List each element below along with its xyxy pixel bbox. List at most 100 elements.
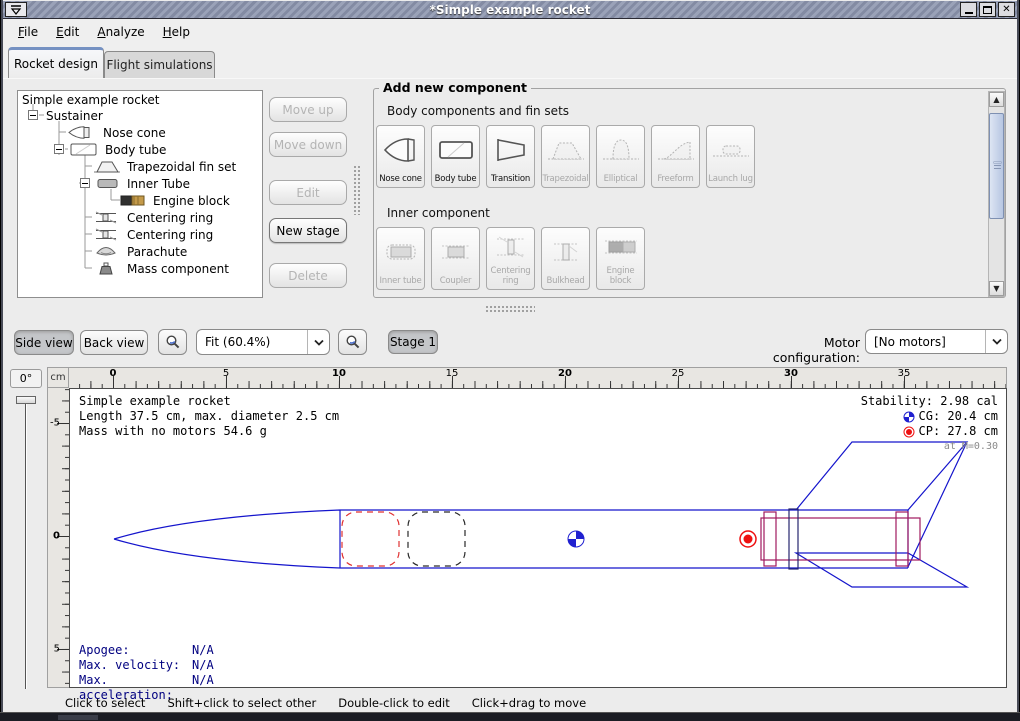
- add-launch-lug-button[interactable]: Launch lug: [706, 125, 755, 188]
- collapse-expander-icon[interactable]: [80, 178, 90, 188]
- rotation-slider-track[interactable]: [25, 397, 27, 689]
- body-tube-icon: [70, 143, 98, 156]
- tree-item-engine-block[interactable]: Engine block: [120, 192, 230, 209]
- resize-notch: [58, 715, 98, 720]
- collapse-expander-icon[interactable]: [28, 110, 38, 120]
- body-component-buttons: Nose cone Body tube Transition Trapezoid…: [376, 125, 755, 188]
- add-elliptical-fin-button[interactable]: Elliptical: [596, 125, 645, 188]
- menu-analyze[interactable]: Analyze: [90, 22, 151, 42]
- engine-block-icon: [597, 228, 644, 266]
- apogee-value: N/A: [192, 643, 214, 658]
- motor-configuration-select[interactable]: [No motors]: [865, 329, 1008, 354]
- tree-item-trapezoidal-fin-set[interactable]: Trapezoidal fin set: [94, 158, 236, 175]
- menu-edit[interactable]: Edit: [49, 22, 86, 42]
- add-inner-tube-button[interactable]: Inner tube: [376, 227, 425, 290]
- zoom-level-select[interactable]: Fit (60.4%): [196, 329, 330, 355]
- cg-value: CG: 20.4 cm: [919, 409, 998, 424]
- max-velocity-value: N/A: [192, 658, 214, 673]
- add-nose-cone-button[interactable]: Nose cone: [376, 125, 425, 188]
- horizontal-splitter[interactable]: [485, 305, 535, 314]
- add-bulkhead-button[interactable]: Bulkhead: [541, 227, 590, 290]
- minimize-icon: [965, 12, 973, 14]
- motor-configuration-label: Motor configuration:: [743, 335, 860, 365]
- cg-icon: [903, 411, 915, 423]
- tree-item-parachute[interactable]: Parachute: [94, 243, 187, 260]
- cp-icon: [903, 426, 915, 438]
- tree-item-centering-ring[interactable]: Centering ring: [94, 226, 213, 243]
- title-bar[interactable]: *Simple example rocket ✕: [3, 1, 1017, 19]
- collapse-expander-icon[interactable]: [54, 144, 64, 154]
- move-up-button[interactable]: Move up: [269, 97, 347, 122]
- add-component-title: Add new component: [379, 80, 531, 95]
- motor-mount-outline: [761, 512, 920, 566]
- tree-item-sustainer[interactable]: Sustainer: [46, 107, 103, 124]
- chevron-down-icon: [307, 330, 329, 354]
- tree-item-inner-tube[interactable]: Inner Tube: [96, 175, 190, 192]
- minimize-button[interactable]: [960, 2, 977, 17]
- menu-help[interactable]: Help: [156, 22, 197, 42]
- cp-marker: [740, 531, 756, 547]
- component-panel-scrollbar[interactable]: ▲ ▼: [988, 91, 1005, 297]
- tree-item-centering-ring[interactable]: Centering ring: [94, 209, 213, 226]
- zoom-in-button[interactable]: [338, 329, 367, 355]
- window-title: *Simple example rocket: [3, 3, 1017, 17]
- bulkhead-icon: [542, 228, 589, 276]
- menu-file[interactable]: File: [11, 22, 45, 42]
- fin-outline: [796, 442, 967, 587]
- menu-bar: File Edit Analyze Help: [3, 19, 1017, 45]
- vertical-ruler: -5 0 5: [47, 388, 69, 688]
- scrollbar-down-icon: ▼: [993, 284, 999, 293]
- delete-button[interactable]: Delete: [269, 263, 347, 288]
- stability-block: Stability: 2.98 cal CG: 20.4 cm CP: 27.8…: [861, 394, 998, 454]
- stability-value: Stability: 2.98 cal: [861, 394, 998, 409]
- window-menu-button[interactable]: [5, 2, 27, 17]
- rotation-slider-handle[interactable]: [16, 396, 36, 404]
- body-tube-icon: [432, 126, 479, 174]
- tree-item-mass-component[interactable]: Mass component: [94, 260, 229, 277]
- centering-ring-icon: [487, 228, 534, 266]
- side-view-button[interactable]: Side view: [14, 330, 74, 355]
- scrollbar-up-button[interactable]: ▲: [989, 92, 1004, 107]
- add-body-tube-button[interactable]: Body tube: [431, 125, 480, 188]
- freeform-fin-icon: [652, 126, 699, 174]
- trapezoidal-fin-icon: [542, 126, 589, 174]
- body-components-label: Body components and fin sets: [387, 104, 569, 118]
- inner-component-label: Inner component: [387, 206, 490, 220]
- scrollbar-down-button[interactable]: ▼: [989, 281, 1004, 296]
- add-trapezoidal-fin-button[interactable]: Trapezoidal: [541, 125, 590, 188]
- maximize-button[interactable]: [979, 2, 996, 17]
- add-engine-block-button[interactable]: Engine block: [596, 227, 645, 290]
- tab-rocket-design[interactable]: Rocket design: [8, 47, 104, 78]
- add-coupler-button[interactable]: Coupler: [431, 227, 480, 290]
- component-tree[interactable]: Simple example rocket Sustainer Nose con…: [17, 90, 263, 298]
- rotation-angle-label: 0°: [10, 369, 42, 388]
- maximize-icon: [983, 6, 992, 14]
- rocket-figure-canvas[interactable]: Simple example rocket Length 37.5 cm, ma…: [69, 388, 1007, 688]
- status-hints-bar: Click to select Shift+click to select ot…: [65, 694, 608, 712]
- tree-item-body-tube[interactable]: Body tube: [70, 141, 166, 158]
- new-stage-button[interactable]: New stage: [269, 218, 347, 243]
- zoom-out-button[interactable]: [158, 329, 187, 355]
- add-freeform-fin-button[interactable]: Freeform: [651, 125, 700, 188]
- stage-1-toggle[interactable]: Stage 1: [388, 330, 438, 354]
- elliptical-fin-icon: [597, 126, 644, 174]
- panel-divider-line: [3, 78, 1017, 79]
- close-button[interactable]: ✕: [998, 2, 1015, 17]
- tree-item-rocket[interactable]: Simple example rocket: [22, 91, 159, 108]
- inner-component-buttons: Inner tube Coupler Centering ring Bulkhe…: [376, 227, 645, 290]
- back-view-button[interactable]: Back view: [80, 330, 148, 355]
- add-transition-button[interactable]: Transition: [486, 125, 535, 188]
- window-border-bottom[interactable]: [0, 712, 1020, 721]
- ruler-unit-label: cm: [47, 367, 69, 388]
- transition-icon: [487, 126, 534, 174]
- tree-item-nose-cone[interactable]: Nose cone: [68, 124, 166, 141]
- nose-cone-icon: [68, 126, 96, 139]
- tab-flight-simulations[interactable]: Flight simulations: [104, 51, 215, 78]
- openrocket-window: *Simple example rocket ✕ File Edit Analy…: [0, 0, 1020, 721]
- move-down-button[interactable]: Move down: [269, 132, 347, 157]
- horizontal-ruler: 0 5 10 15 20 25 30 35: [69, 367, 1007, 388]
- scrollbar-thumb[interactable]: [989, 113, 1004, 219]
- add-centering-ring-button[interactable]: Centering ring: [486, 227, 535, 290]
- edit-button[interactable]: Edit: [269, 180, 347, 205]
- vertical-splitter[interactable]: [353, 165, 362, 215]
